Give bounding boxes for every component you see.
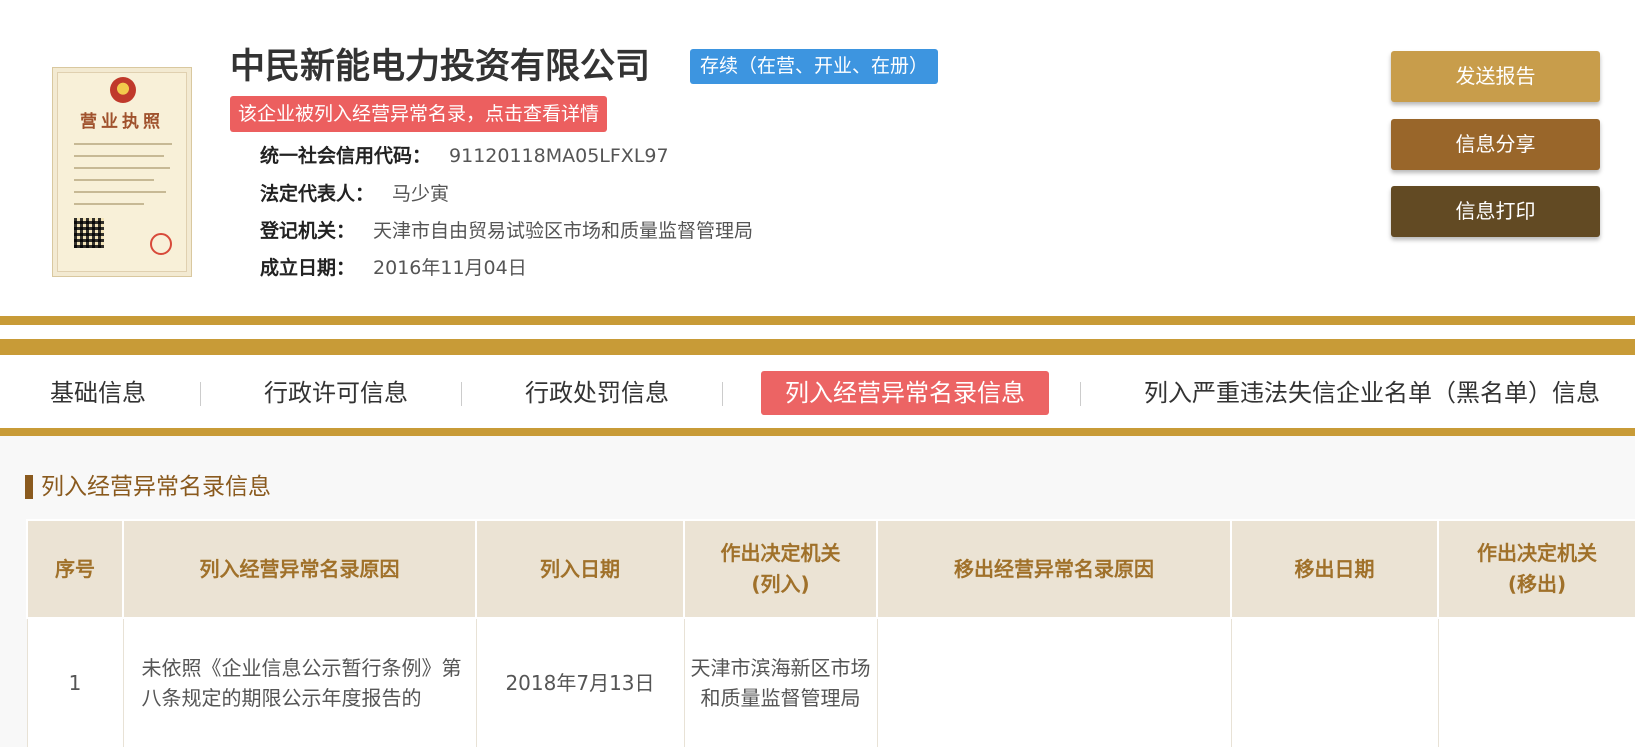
column-header: 作出决定机关 (移出) xyxy=(1437,519,1635,619)
business-license-image: 营业执照 xyxy=(57,72,187,272)
section-title: 列入经营异常名录信息 xyxy=(25,472,271,502)
license-text-line xyxy=(74,179,154,181)
tab-bar: 基础信息 行政许可信息 行政处罚信息 列入经营异常名录信息 列入严重违法失信企业… xyxy=(0,366,1635,428)
registration-authority-value: 天津市自由贸易试验区市场和质量监督管理局 xyxy=(373,220,754,242)
credit-code-value: 91120118MA05LFXL97 xyxy=(449,145,669,167)
registration-authority-row: 登记机关： 天津市自由贸易试验区市场和质量监督管理局 xyxy=(260,217,753,245)
license-text-line xyxy=(74,167,170,169)
license-title: 营业执照 xyxy=(80,112,164,132)
divider-bar xyxy=(0,316,1635,325)
column-header: 列入日期 xyxy=(475,519,685,619)
tab-admin-penalty[interactable]: 行政处罚信息 xyxy=(525,371,669,415)
tab-blacklist[interactable]: 列入严重违法失信企业名单（黑名单）信息 xyxy=(1144,371,1600,415)
establishment-date-label: 成立日期： xyxy=(260,257,356,279)
tab-admin-license[interactable]: 行政许可信息 xyxy=(264,371,408,415)
legal-representative-row: 法定代表人： 马少寅 xyxy=(260,180,449,208)
cell-reason: 未依照《企业信息公示暂行条例》第八条规定的期限公示年度报告的 xyxy=(122,617,477,747)
license-text-line xyxy=(74,155,164,157)
abnormal-list-table: 序号 列入经营异常名录原因 列入日期 作出决定机关 (列入) 移出经营异常名录原因… xyxy=(26,519,1635,747)
cell-date: 2018年7月13日 xyxy=(475,617,685,747)
qr-code-icon xyxy=(74,218,104,248)
cell-removal-authority xyxy=(1437,617,1635,747)
column-header: 列入经营异常名录原因 xyxy=(122,519,477,619)
credit-code-row: 统一社会信用代码： 91120118MA05LFXL97 xyxy=(260,142,669,170)
tab-separator xyxy=(722,382,723,406)
column-header: 序号 xyxy=(26,519,124,619)
establishment-date-row: 成立日期： 2016年11月04日 xyxy=(260,254,527,282)
tab-separator xyxy=(461,382,462,406)
company-name: 中民新能电力投资有限公司 xyxy=(230,47,651,87)
registration-authority-label: 登记机关： xyxy=(260,220,356,242)
national-emblem-icon xyxy=(110,77,136,103)
license-text-line xyxy=(74,143,172,145)
abnormal-list-alert[interactable]: 该企业被列入经营异常名录，点击查看详情 xyxy=(230,96,608,132)
tab-basic-info[interactable]: 基础信息 xyxy=(50,371,146,415)
tab-separator xyxy=(200,382,201,406)
establishment-date-value: 2016年11月04日 xyxy=(373,257,527,279)
tab-abnormal-list[interactable]: 列入经营异常名录信息 xyxy=(761,371,1049,415)
legal-representative-value: 马少寅 xyxy=(392,183,450,205)
official-seal-icon xyxy=(150,233,172,255)
table-row: 1 未依照《企业信息公示暂行条例》第八条规定的期限公示年度报告的 2018年7月… xyxy=(26,617,1635,747)
cell-removal-date xyxy=(1230,617,1439,747)
cell-index: 1 xyxy=(26,617,124,747)
credit-code-label: 统一社会信用代码： xyxy=(260,145,432,167)
legal-representative-label: 法定代表人： xyxy=(260,183,375,205)
cell-authority: 天津市滨海新区市场和质量监督管理局 xyxy=(683,617,878,747)
license-text-line xyxy=(74,191,166,193)
column-header: 移出日期 xyxy=(1230,519,1439,619)
print-info-button[interactable]: 信息打印 xyxy=(1391,186,1600,237)
divider-bar xyxy=(0,428,1635,436)
content-panel: 列入经营异常名录信息 序号 列入经营异常名录原因 列入日期 作出决定机关 (列入)… xyxy=(0,436,1635,747)
column-header: 移出经营异常名录原因 xyxy=(876,519,1232,619)
share-info-button[interactable]: 信息分享 xyxy=(1391,119,1600,170)
tab-separator xyxy=(1080,382,1081,406)
table-header-row: 序号 列入经营异常名录原因 列入日期 作出决定机关 (列入) 移出经营异常名录原因… xyxy=(26,519,1635,619)
send-report-button[interactable]: 发送报告 xyxy=(1391,51,1600,102)
cell-removal-reason xyxy=(876,617,1232,747)
divider-bar xyxy=(0,339,1635,355)
status-badge: 存续（在营、开业、在册） xyxy=(690,49,939,84)
column-header: 作出决定机关 (列入) xyxy=(683,519,878,619)
license-text-line xyxy=(74,203,144,205)
